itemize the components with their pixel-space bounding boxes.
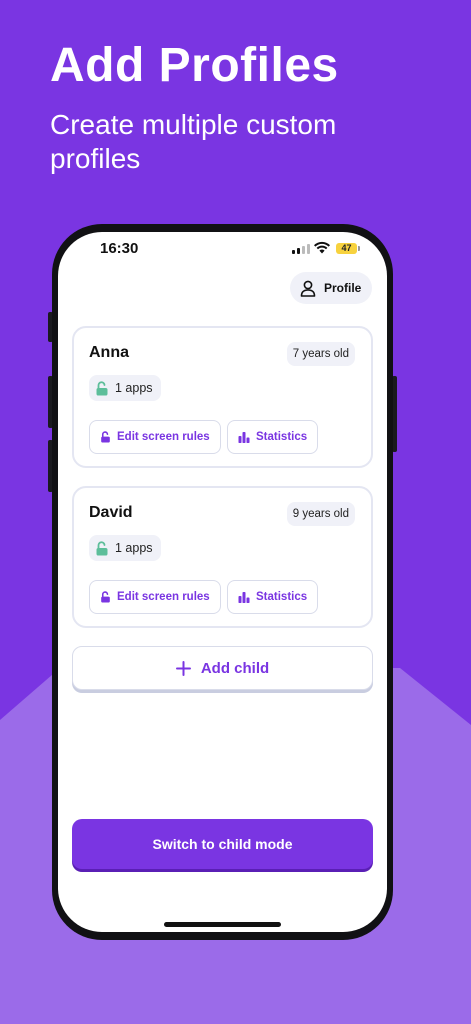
status-bar: 16:30 47 bbox=[58, 232, 387, 266]
statistics-label: Statistics bbox=[256, 431, 308, 443]
edit-screen-rules-button[interactable]: Edit screen rules bbox=[89, 420, 221, 454]
apps-count: 1 apps bbox=[115, 381, 153, 395]
unlock-icon bbox=[101, 591, 110, 603]
page-subtitle: Create multiple custom profiles bbox=[50, 109, 337, 174]
apps-badge: 1 apps bbox=[89, 375, 161, 401]
apps-count: 1 apps bbox=[115, 541, 153, 555]
statistics-button[interactable]: Statistics bbox=[227, 580, 319, 614]
status-time: 16:30 bbox=[100, 240, 139, 257]
profile-button[interactable]: Profile bbox=[290, 272, 372, 304]
child-card-anna: Anna 7 years old 1 apps Edit screen rule… bbox=[72, 326, 373, 468]
age-badge: 7 years old bbox=[286, 342, 355, 366]
edit-screen-rules-label: Edit screen rules bbox=[117, 431, 210, 443]
person-icon bbox=[300, 280, 316, 297]
signal-icon bbox=[292, 244, 310, 254]
age-badge: 9 years old bbox=[286, 502, 355, 526]
child-card-david: David 9 years old 1 apps Edit screen rul… bbox=[72, 486, 373, 628]
add-child-button[interactable]: Add child bbox=[72, 646, 373, 690]
bar-chart-icon bbox=[238, 592, 250, 603]
statistics-label: Statistics bbox=[256, 591, 308, 603]
child-name: Anna bbox=[89, 344, 129, 361]
page-title: Add Profiles bbox=[50, 39, 339, 92]
unlock-icon bbox=[96, 540, 108, 555]
profile-button-label: Profile bbox=[324, 281, 362, 295]
battery-icon: 47 bbox=[336, 243, 360, 254]
phone-screen: 16:30 47 Profile Anna 7 years old 1 apps bbox=[58, 232, 387, 932]
bar-chart-icon bbox=[238, 432, 250, 443]
unlock-icon bbox=[101, 431, 110, 443]
add-child-label: Add child bbox=[200, 659, 270, 677]
plus-icon bbox=[175, 660, 191, 676]
child-name: David bbox=[89, 504, 133, 521]
unlock-icon bbox=[96, 380, 108, 395]
home-indicator bbox=[164, 922, 281, 927]
apps-badge: 1 apps bbox=[89, 535, 161, 561]
statistics-button[interactable]: Statistics bbox=[227, 420, 319, 454]
edit-screen-rules-label: Edit screen rules bbox=[117, 591, 210, 603]
edit-screen-rules-button[interactable]: Edit screen rules bbox=[89, 580, 221, 614]
switch-to-child-mode-button[interactable]: Switch to child mode bbox=[72, 819, 373, 869]
wifi-icon bbox=[314, 241, 330, 254]
